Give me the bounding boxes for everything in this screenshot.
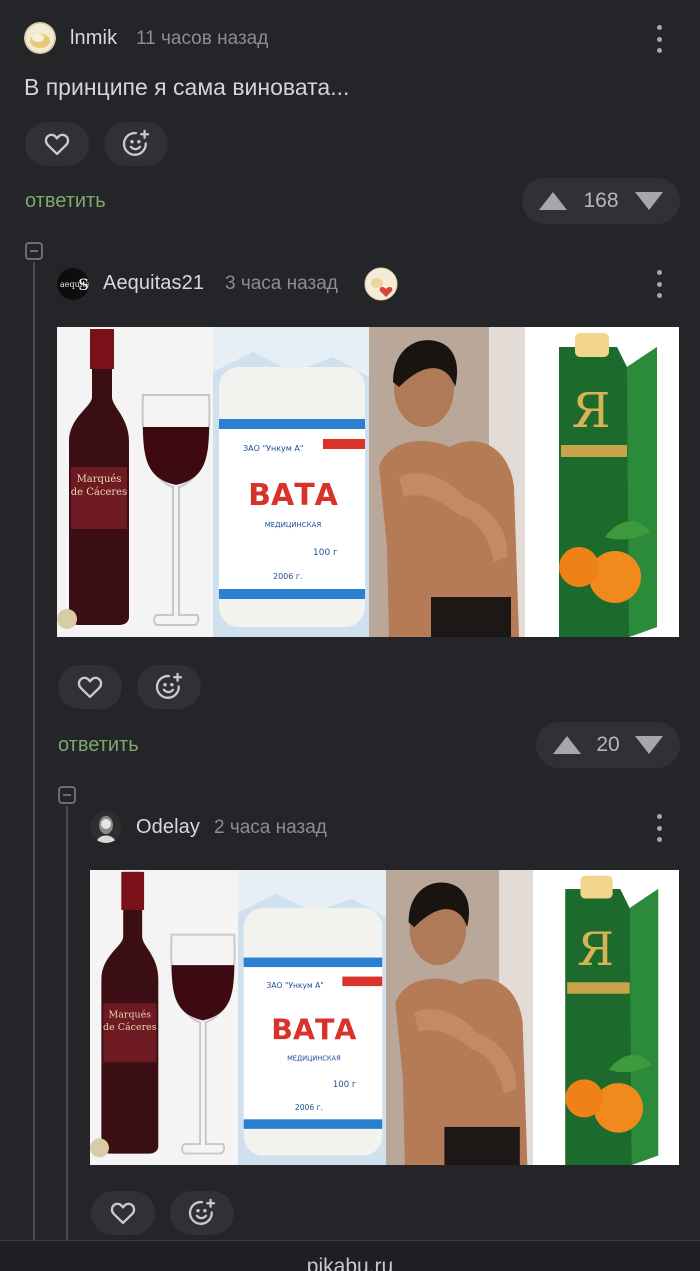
kebab-menu-icon[interactable] xyxy=(655,25,663,53)
add-emoji-icon xyxy=(186,1197,218,1229)
award-heart-icon xyxy=(364,267,398,301)
heart-icon xyxy=(109,1199,137,1227)
author-name[interactable]: lnmik xyxy=(70,27,117,50)
svg-text:ЗАО "Ункум А": ЗАО "Ункум А" xyxy=(266,981,323,990)
cotton-vata-panel: ЗАО "Ункум А" ВАТА МЕДИЦИНСКАЯ 100 г 200… xyxy=(213,327,369,637)
comment-time: 3 часа назад xyxy=(225,273,338,294)
svg-text:100 г: 100 г xyxy=(333,1080,357,1090)
svg-text:S: S xyxy=(78,275,89,294)
avatar[interactable]: aequitaS S xyxy=(57,268,89,300)
wine-bottle-glass-panel: Marqués de Cáceres xyxy=(90,870,238,1165)
comment-image[interactable]: Marqués de Cáceres ЗАО "Ункум А" ВАТА МЕ… xyxy=(90,870,679,1165)
add-reaction-button[interactable] xyxy=(137,665,201,709)
svg-text:de Cáceres: de Cáceres xyxy=(71,487,127,498)
author-name[interactable]: Aequitas21 xyxy=(103,272,204,295)
wine-bottle-glass-panel: Marqués de Cáceres xyxy=(57,327,213,637)
svg-text:Я: Я xyxy=(572,383,611,439)
downvote-button[interactable] xyxy=(634,191,664,211)
svg-text:2006 г.: 2006 г. xyxy=(273,572,303,581)
bruce-lee-panel xyxy=(386,870,533,1165)
rating-count: 20 xyxy=(596,733,620,756)
like-button[interactable] xyxy=(58,665,122,709)
comment-text: В принципе я сама виновата... xyxy=(24,74,350,100)
svg-text:2006 г.: 2006 г. xyxy=(295,1103,323,1112)
reply-link[interactable]: ответить xyxy=(58,734,139,757)
like-button[interactable] xyxy=(25,122,89,166)
upvote-button[interactable] xyxy=(538,191,568,211)
avatar[interactable] xyxy=(24,22,56,54)
add-reaction-button[interactable] xyxy=(104,122,168,166)
heart-icon xyxy=(43,130,71,158)
juice-carton-panel: Я xyxy=(533,870,679,1165)
thread-line[interactable] xyxy=(66,806,68,1240)
avatar-image xyxy=(24,22,56,54)
kebab-menu-icon[interactable] xyxy=(655,814,663,842)
comment-time: 2 часа назад xyxy=(214,817,327,838)
svg-text:Я: Я xyxy=(577,923,614,976)
reply-link[interactable]: ответить xyxy=(25,190,106,213)
author-name[interactable]: Odelay xyxy=(136,816,200,839)
avatar[interactable] xyxy=(90,811,122,843)
svg-text:ВАТА: ВАТА xyxy=(271,1013,356,1046)
bruce-lee-panel xyxy=(369,327,525,637)
svg-text:Marqués: Marqués xyxy=(77,474,122,485)
cotton-vata-panel: ЗАО "Ункум А" ВАТА МЕДИЦИНСКАЯ 100 г 200… xyxy=(238,870,386,1165)
like-button[interactable] xyxy=(91,1191,155,1235)
add-emoji-icon xyxy=(153,671,185,703)
svg-text:ВАТА: ВАТА xyxy=(248,478,339,513)
browser-url-bar[interactable]: pikabu.ru xyxy=(0,1240,700,1271)
kebab-menu-icon[interactable] xyxy=(655,270,663,298)
rating-control: 20 xyxy=(536,722,680,768)
svg-text:МЕДИЦИНСКАЯ: МЕДИЦИНСКАЯ xyxy=(265,521,322,529)
avatar-image: aequitaS S xyxy=(57,268,89,300)
avatar-image xyxy=(90,811,122,843)
comment-time: 11 часов назад xyxy=(136,28,269,49)
thread-line[interactable] xyxy=(33,262,35,1240)
downvote-button[interactable] xyxy=(634,735,664,755)
svg-text:Marqués: Marqués xyxy=(109,1009,152,1020)
comment-image[interactable]: Marqués de Cáceres ЗАО "Ункум А" ВАТА МЕ… xyxy=(57,327,679,637)
svg-text:de Cáceres: de Cáceres xyxy=(103,1022,157,1033)
svg-text:МЕДИЦИНСКАЯ: МЕДИЦИНСКАЯ xyxy=(287,1054,341,1062)
rating-control: 168 xyxy=(522,178,680,224)
collapse-minus-icon[interactable] xyxy=(25,242,43,260)
site-url: pikabu.ru xyxy=(306,1255,394,1271)
juice-carton-panel: Я xyxy=(525,327,679,637)
add-emoji-icon xyxy=(120,128,152,160)
svg-text:100 г: 100 г xyxy=(313,548,338,558)
svg-text:ЗАО "Ункум А": ЗАО "Ункум А" xyxy=(243,444,304,453)
upvote-button[interactable] xyxy=(552,735,582,755)
rating-count: 168 xyxy=(583,189,619,212)
collapse-minus-icon[interactable] xyxy=(58,786,76,804)
award-badge[interactable] xyxy=(364,267,398,306)
add-reaction-button[interactable] xyxy=(170,1191,234,1235)
heart-icon xyxy=(76,673,104,701)
